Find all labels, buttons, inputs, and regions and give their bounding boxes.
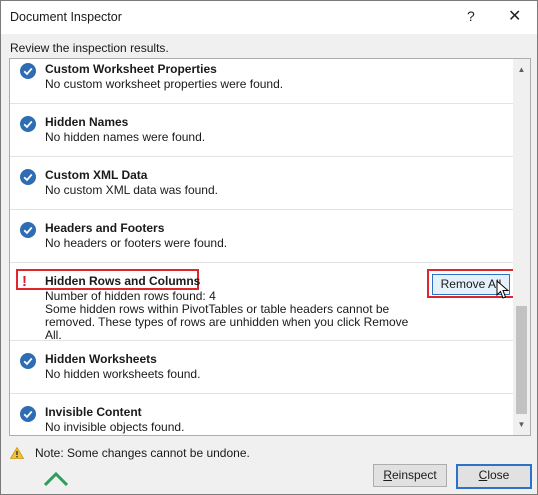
help-button[interactable]: ? xyxy=(467,8,475,24)
list-item: Custom XML Data No custom XML data was f… xyxy=(10,157,513,210)
check-circle-icon xyxy=(20,222,36,238)
list-item: Hidden Worksheets No hidden worksheets f… xyxy=(10,341,513,394)
item-description: No invisible objects found. xyxy=(45,420,185,434)
warning-text-line-2: removed. These types of rows are unhidde… xyxy=(45,315,409,342)
list-item: Custom Worksheet Properties No custom wo… xyxy=(10,59,513,104)
warning-triangle-icon xyxy=(10,447,24,459)
list-item-warning: ! Hidden Rows and Columns Number of hidd… xyxy=(10,263,513,342)
item-title: Hidden Worksheets xyxy=(45,352,157,366)
item-description: No headers or footers were found. xyxy=(45,236,228,250)
close-window-button[interactable]: ✕ xyxy=(508,6,521,26)
reinspect-button[interactable]: Reinspect xyxy=(373,464,447,487)
vertical-scrollbar[interactable]: ▲ ▼ xyxy=(513,59,530,435)
item-description: No custom XML data was found. xyxy=(45,183,218,197)
item-title: Headers and Footers xyxy=(45,221,165,235)
note-text: Note: Some changes cannot be undone. xyxy=(35,446,250,460)
exclamation-icon: ! xyxy=(22,273,27,290)
results-list[interactable]: Custom Worksheet Properties No custom wo… xyxy=(10,59,513,435)
close-label: lose xyxy=(487,468,510,482)
close-button[interactable]: Close xyxy=(456,464,532,489)
list-item: Headers and Footers No headers or footer… xyxy=(10,210,513,263)
window-title: Document Inspector xyxy=(10,10,122,24)
list-item: Invisible Content No invisible objects f… xyxy=(10,394,513,435)
check-circle-icon xyxy=(20,63,36,79)
title-bar: Document Inspector ? ✕ xyxy=(1,1,537,34)
scroll-down-arrow-icon[interactable]: ▼ xyxy=(513,416,530,433)
watermark-logo xyxy=(44,472,68,486)
scrollbar-thumb[interactable] xyxy=(516,306,527,414)
results-panel: Custom Worksheet Properties No custom wo… xyxy=(9,58,531,436)
item-title: Invisible Content xyxy=(45,405,142,419)
mouse-pointer-icon xyxy=(496,280,510,299)
check-circle-icon xyxy=(20,353,36,369)
item-title: Hidden Rows and Columns xyxy=(45,274,201,288)
reinspect-accel: R xyxy=(383,468,392,482)
item-title: Hidden Names xyxy=(45,115,129,129)
item-description: Number of hidden rows found: 4 Some hidd… xyxy=(45,290,415,342)
item-title: Custom XML Data xyxy=(45,168,148,182)
list-item: Hidden Names No hidden names were found. xyxy=(10,104,513,157)
check-circle-icon xyxy=(20,116,36,132)
item-description: No hidden names were found. xyxy=(45,130,206,144)
subtitle: Review the inspection results. xyxy=(10,41,169,55)
scroll-up-arrow-icon[interactable]: ▲ xyxy=(513,61,530,78)
check-circle-icon xyxy=(20,406,36,422)
item-description: No custom worksheet properties were foun… xyxy=(45,77,284,91)
document-inspector-dialog: Document Inspector ? ✕ Review the inspec… xyxy=(0,0,538,495)
reinspect-label: einspect xyxy=(391,468,437,482)
item-description: No hidden worksheets found. xyxy=(45,367,201,381)
item-title: Custom Worksheet Properties xyxy=(45,62,217,76)
check-circle-icon xyxy=(20,169,36,185)
